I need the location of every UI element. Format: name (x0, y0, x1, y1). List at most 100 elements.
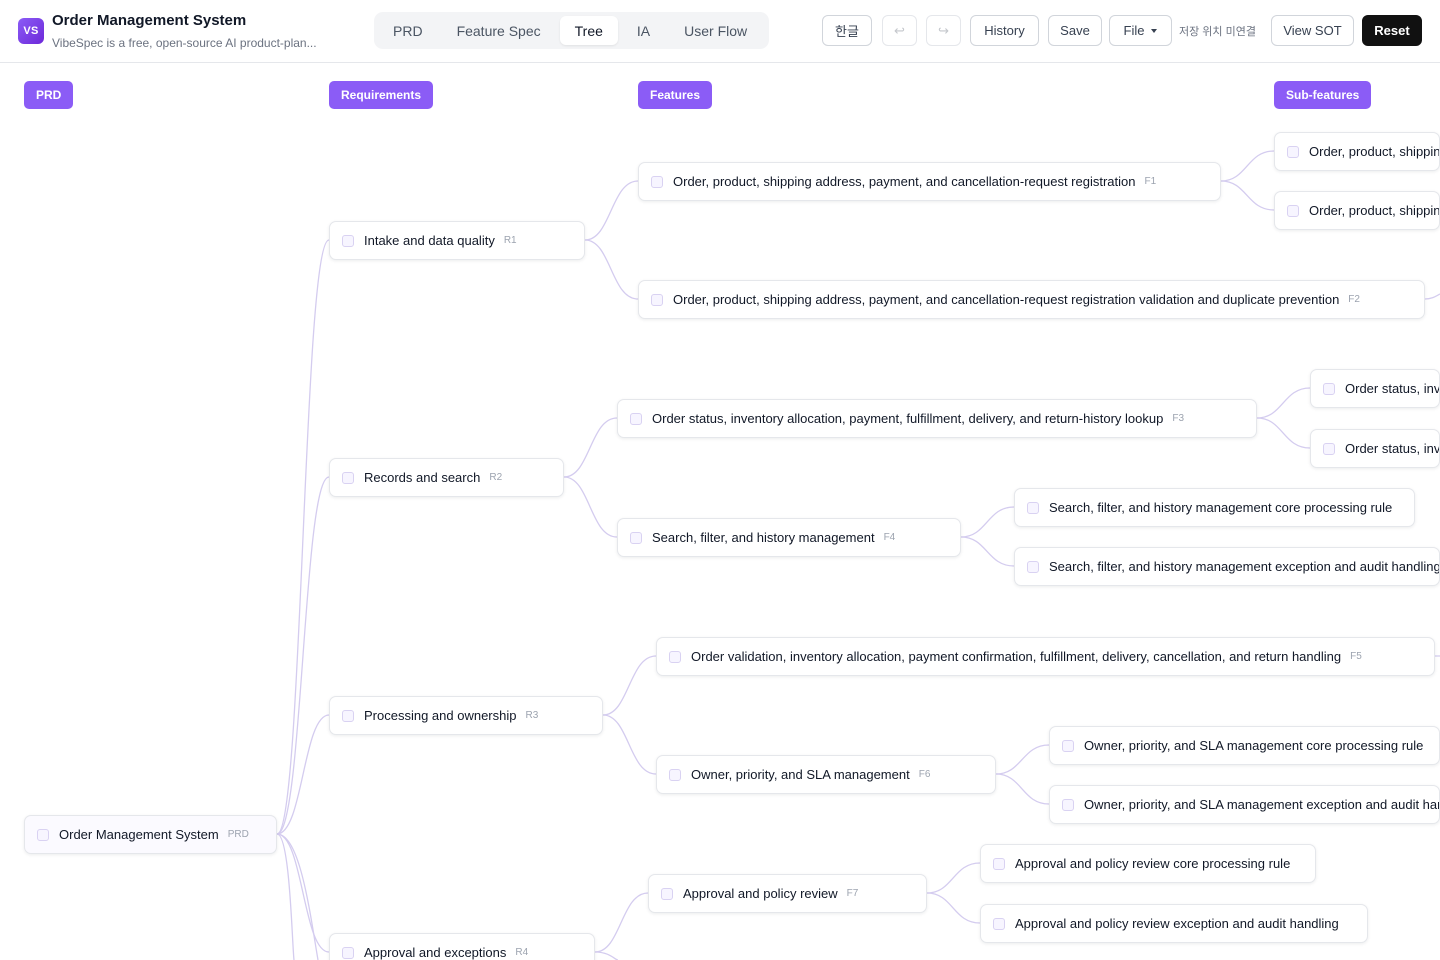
edge (594, 951, 619, 960)
node-code: R3 (525, 710, 539, 721)
node-label: Order Management System (59, 827, 219, 842)
app-subtitle: VibeSpec is a free, open-source AI produ… (52, 36, 317, 50)
node-checkbox[interactable] (1287, 204, 1299, 217)
node-checkbox[interactable] (651, 175, 663, 188)
tree-node-requirement[interactable]: Approval and exceptions R4 (329, 933, 595, 960)
tree-node-requirement[interactable]: Records and search R2 (329, 458, 564, 497)
edge (995, 773, 1050, 805)
tree-node-requirement[interactable]: Processing and ownership R3 (329, 696, 603, 735)
node-checkbox[interactable] (630, 412, 642, 425)
edge (926, 862, 981, 894)
node-label: Owner, priority, and SLA management core… (1084, 738, 1424, 753)
node-checkbox[interactable] (993, 917, 1005, 930)
tree-node-subfeature[interactable]: Owner, priority, and SLA management core… (1049, 726, 1440, 765)
node-checkbox[interactable] (342, 234, 354, 247)
app-header: VS Order Management System VibeSpec is a… (0, 0, 1440, 63)
node-checkbox[interactable] (342, 946, 354, 959)
node-label: Search, filter, and history management e… (1049, 559, 1440, 574)
tree-node-feature[interactable]: Order, product, shipping address, paymen… (638, 280, 1425, 319)
tree-node-subfeature[interactable]: Order status, inve (1310, 369, 1440, 408)
tree-node-feature[interactable]: Order validation, inventory allocation, … (656, 637, 1435, 676)
node-code: F2 (1348, 294, 1360, 305)
node-label: Intake and data quality (364, 233, 495, 248)
node-checkbox[interactable] (1323, 382, 1335, 395)
edge (602, 714, 657, 775)
node-label: Order validation, inventory allocation, … (691, 649, 1342, 664)
node-code: F5 (1350, 651, 1362, 662)
node-checkbox[interactable] (651, 293, 663, 306)
reset-button[interactable]: Reset (1362, 15, 1422, 46)
tree-node-feature[interactable]: Order, product, shipping address, paymen… (638, 162, 1221, 201)
edge (926, 892, 981, 924)
tree-node-feature[interactable]: Approval and policy review F7 (648, 874, 927, 913)
tab-prd[interactable]: PRD (378, 16, 438, 45)
edge (276, 833, 295, 960)
tree-node-subfeature[interactable]: Owner, priority, and SLA management exce… (1049, 785, 1440, 824)
edge (1424, 293, 1440, 300)
storage-status: 저장 위치 미연결 (1179, 26, 1256, 38)
node-label: Approval and exceptions (364, 945, 507, 960)
node-checkbox[interactable] (993, 857, 1005, 870)
edge (960, 506, 1015, 538)
node-label: Order status, inventory allocation, paym… (652, 411, 1164, 426)
node-label: Owner, priority, and SLA management (691, 767, 910, 782)
node-label: Order, product, shippin (1309, 144, 1440, 159)
node-label: Approval and policy review (683, 886, 838, 901)
node-label: Order, product, shipping address, paymen… (673, 292, 1340, 307)
node-checkbox[interactable] (1062, 798, 1074, 811)
tree-node-subfeature[interactable]: Search, filter, and history management c… (1014, 488, 1415, 527)
node-checkbox[interactable] (1287, 145, 1299, 158)
tree-node-requirement[interactable]: Intake and data quality R1 (329, 221, 585, 260)
node-checkbox[interactable] (669, 768, 681, 781)
tab-feature-spec[interactable]: Feature Spec (442, 16, 556, 45)
node-label: Approval and policy review core processi… (1015, 856, 1291, 871)
undo-icon: ↩ (894, 22, 905, 38)
save-button[interactable]: Save (1048, 15, 1102, 46)
edge (563, 417, 618, 478)
node-checkbox[interactable] (1027, 560, 1039, 573)
node-checkbox[interactable] (1027, 501, 1039, 514)
tab-user-flow[interactable]: User Flow (669, 16, 762, 45)
node-label: Search, filter, and history management (652, 530, 875, 545)
node-label: Records and search (364, 470, 481, 485)
file-menu-button[interactable]: File (1109, 15, 1172, 46)
tree-node-feature[interactable]: Search, filter, and history management F… (617, 518, 961, 557)
node-checkbox[interactable] (669, 650, 681, 663)
node-label: Order status, inve (1345, 441, 1440, 456)
tree-node-feature[interactable]: Order status, inventory allocation, paym… (617, 399, 1257, 438)
node-code: R4 (515, 947, 529, 958)
edge (276, 714, 330, 835)
node-checkbox[interactable] (1323, 442, 1335, 455)
tree-node-subfeature[interactable]: Search, filter, and history management e… (1014, 547, 1440, 586)
tree-node-root[interactable]: Order Management System PRD (24, 815, 277, 854)
edge (995, 744, 1050, 775)
tree-node-subfeature[interactable]: Approval and policy review exception and… (980, 904, 1368, 943)
node-label: Order, product, shippin (1309, 203, 1440, 218)
undo-button[interactable]: ↩ (882, 15, 917, 46)
view-sot-button[interactable]: View SOT (1271, 15, 1354, 46)
tree-node-subfeature[interactable]: Order status, inve (1310, 429, 1440, 468)
node-checkbox[interactable] (661, 887, 673, 900)
node-checkbox[interactable] (37, 828, 49, 841)
tree-node-feature[interactable]: Owner, priority, and SLA management F6 (656, 755, 996, 794)
edge (563, 476, 618, 538)
node-checkbox[interactable] (1062, 739, 1074, 752)
node-code: F4 (883, 532, 896, 543)
edge (594, 892, 649, 953)
redo-button[interactable]: ↪ (926, 15, 961, 46)
language-button[interactable]: 한글 (822, 15, 872, 46)
edge (276, 833, 319, 960)
node-code: F1 (1144, 176, 1157, 187)
node-code: R2 (489, 472, 503, 483)
tab-tree[interactable]: Tree (559, 16, 618, 45)
node-checkbox[interactable] (342, 709, 354, 722)
node-checkbox[interactable] (630, 531, 642, 544)
tab-ia[interactable]: IA (622, 16, 665, 45)
tree-node-subfeature[interactable]: Order, product, shippin (1274, 132, 1440, 171)
tree-node-subfeature[interactable]: Approval and policy review core processi… (980, 844, 1316, 883)
app-logo: VS (18, 18, 44, 44)
tree-node-subfeature[interactable]: Order, product, shippin (1274, 191, 1440, 230)
tree-canvas[interactable]: Order Management System PRD Intake and d… (0, 63, 1440, 960)
history-button[interactable]: History (970, 15, 1039, 46)
node-checkbox[interactable] (342, 471, 354, 484)
